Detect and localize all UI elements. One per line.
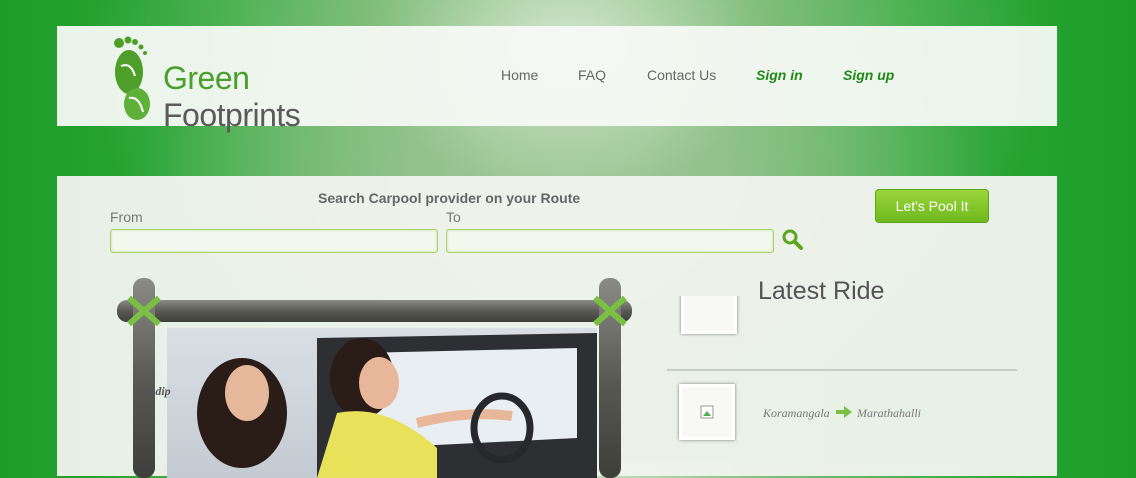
nav-faq[interactable]: FAQ [578, 67, 606, 83]
lets-pool-it-button[interactable]: Let's Pool It [875, 189, 989, 223]
rider-name[interactable]: sandip [138, 384, 171, 399]
arrow-right-icon [836, 406, 852, 418]
from-input[interactable] [110, 229, 438, 253]
nav-home[interactable]: Home [501, 67, 538, 83]
divider [667, 369, 1017, 371]
ride-thumbnail [681, 296, 737, 334]
ride-thumbnail[interactable] [679, 384, 735, 440]
to-label: To [446, 209, 461, 225]
brand-name: Green Footprints [163, 60, 301, 133]
latest-ride-list [667, 296, 1017, 476]
logo[interactable]: Green Footprints [107, 32, 377, 133]
carpool-photo [117, 278, 632, 478]
to-input[interactable] [446, 229, 774, 253]
search-icon[interactable] [782, 229, 804, 251]
route-to: Marathahalli [857, 406, 922, 420]
nav-sign-up[interactable]: Sign up [843, 67, 894, 83]
footprint-logo-icon [114, 36, 150, 120]
from-label: From [110, 209, 143, 225]
main-content: Search Carpool provider on your Route Fr… [57, 176, 1057, 478]
header: Green Footprints Home FAQ Contact Us Sig… [57, 26, 1057, 133]
broken-image-icon [700, 405, 714, 419]
nav-sign-in[interactable]: Sign in [756, 67, 803, 83]
search-title: Search Carpool provider on your Route [318, 190, 581, 206]
nav-contact-us[interactable]: Contact Us [647, 67, 716, 83]
route-from: Koramangala [763, 406, 830, 420]
